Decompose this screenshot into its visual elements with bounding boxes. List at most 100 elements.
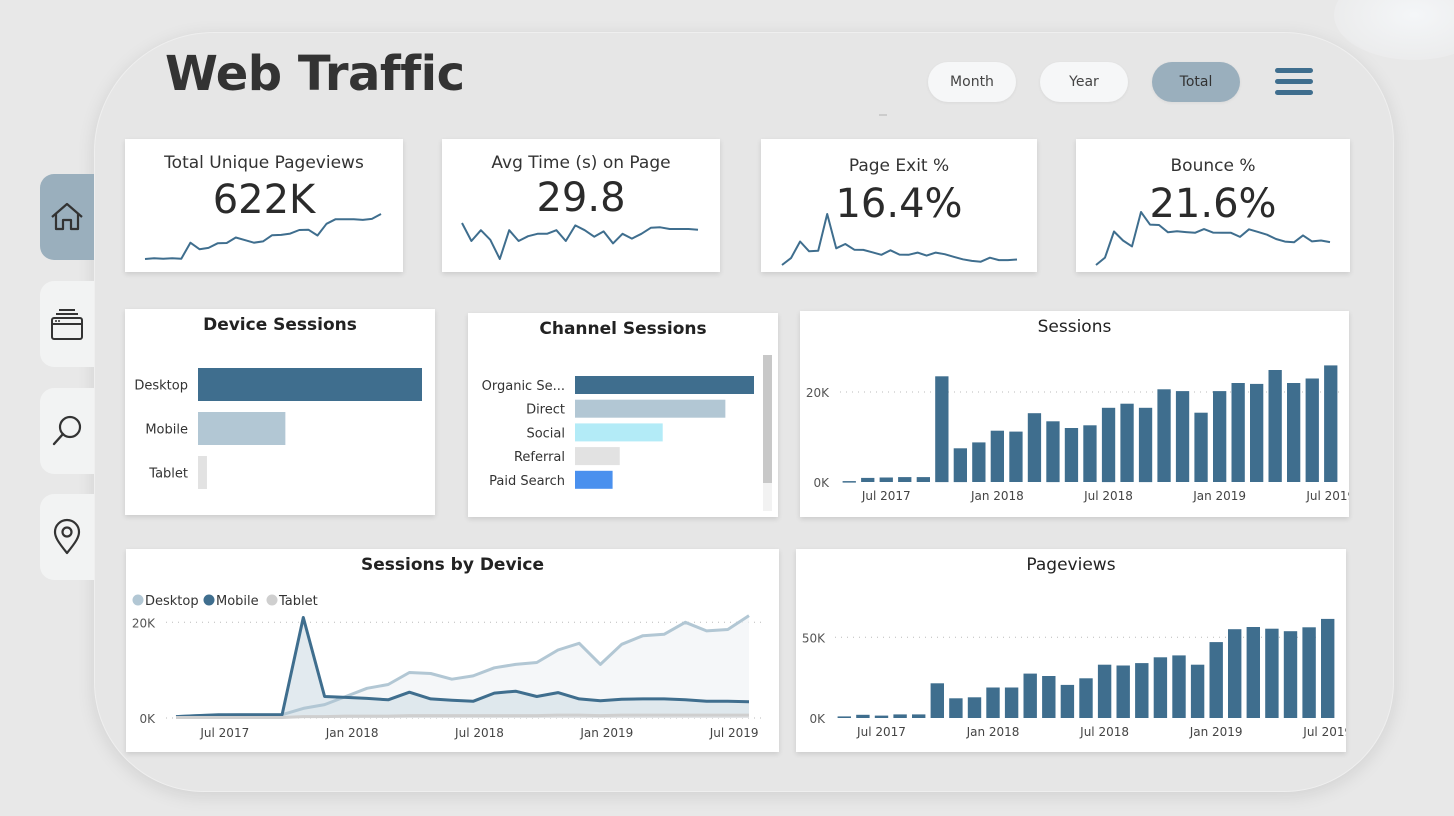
bar-label: Direct — [526, 403, 565, 418]
kpi-card-unique-pageviews[interactable]: Total Unique Pageviews 622K — [125, 139, 403, 272]
sidebar-item-search[interactable] — [40, 388, 94, 474]
x-tick-label: Jul 2019 — [1305, 489, 1349, 503]
y-tick-label: 0K — [809, 712, 826, 726]
bar — [916, 477, 930, 482]
sessions-by-device-chart: 0K 20K Desktop Mobile Tablet Jul 2017 Jan 2018… — [132, 594, 766, 740]
browser-window-icon — [51, 309, 83, 340]
bar — [861, 477, 875, 482]
sessions-by-device-card: Sessions by Device 0K 20K Desktop Mobile Tab… — [126, 549, 779, 752]
sessions-card: Sessions 0K 20K Jul 2017 Jan 2018 Jul 2018 Ja… — [800, 311, 1349, 517]
legend-label-mobile: Mobile — [216, 594, 259, 609]
bar — [1194, 412, 1208, 482]
search-icon — [52, 415, 82, 446]
bar — [1250, 383, 1264, 482]
home-icon — [51, 202, 83, 231]
bar — [575, 399, 726, 418]
device-sessions-card: Device Sessions Desktop Mobile Tablet — [125, 309, 435, 515]
legend-marker-desktop — [132, 594, 144, 606]
bar — [1265, 628, 1279, 718]
bar — [1246, 627, 1260, 718]
y-tick-label: 20K — [806, 386, 830, 400]
bar — [1231, 383, 1245, 482]
kpi-sparkline — [1095, 211, 1331, 266]
bar — [1172, 655, 1186, 718]
bar — [575, 470, 613, 489]
x-tick-label: Jan 2019 — [1192, 489, 1246, 503]
x-tick-label: Jul 2018 — [1079, 725, 1129, 739]
sessions-chart: 0K 20K Jul 2017 Jan 2018 Jul 2018 Jan 2019 Jul… — [806, 365, 1349, 503]
bar-label: Social — [526, 426, 565, 441]
bar — [1138, 407, 1153, 483]
x-tick-label: Jul 2019 — [1302, 725, 1346, 739]
channel-sessions-card: Channel Sessions Organic Se... Direct Soci… — [468, 313, 778, 517]
bar — [1209, 642, 1223, 718]
bar — [575, 423, 663, 442]
scrollbar-track[interactable] — [763, 355, 772, 511]
bar — [575, 376, 754, 394]
hamburger-menu-icon[interactable] — [1275, 68, 1315, 100]
x-tick-label: Jan 2018 — [325, 726, 379, 740]
bar — [1101, 407, 1116, 483]
legend-label-desktop: Desktop — [145, 594, 199, 609]
x-tick-label: Jan 2019 — [579, 726, 633, 740]
bar — [1060, 684, 1075, 718]
bar — [575, 447, 620, 466]
bar — [1120, 403, 1134, 482]
filter-year-button[interactable]: Year — [1040, 62, 1128, 102]
filter-month-button[interactable]: Month — [928, 62, 1016, 102]
bar — [856, 714, 870, 718]
kpi-card-bounce[interactable]: Bounce % 21.6% — [1076, 139, 1350, 272]
x-tick-label: Jul 2017 — [856, 725, 906, 739]
y-tick-label: 20K — [132, 616, 156, 630]
bar — [842, 481, 856, 483]
device-sessions-chart: Desktop Mobile Tablet — [134, 368, 422, 489]
bar — [1135, 663, 1149, 718]
map-pin-icon — [53, 518, 81, 555]
scrollbar-thumb[interactable] — [763, 355, 772, 483]
bar-label: Organic Se... — [482, 379, 565, 394]
bar — [1175, 391, 1190, 482]
bar — [935, 376, 949, 483]
bar — [1321, 618, 1335, 718]
sidebar-item-location[interactable] — [40, 494, 94, 580]
sparkline-path — [144, 213, 382, 260]
y-tick-label: 0K — [139, 712, 156, 726]
filter-total-button[interactable]: Total — [1152, 62, 1240, 102]
bar — [898, 477, 912, 482]
bar — [1190, 664, 1205, 718]
bar-label: Tablet — [148, 467, 188, 482]
page-title: Web Traffic — [165, 46, 465, 102]
bar — [912, 714, 926, 718]
sidebar-item-home[interactable] — [40, 174, 94, 260]
bar — [879, 477, 893, 482]
x-tick-label: Jul 2017 — [861, 489, 911, 503]
sparkline-path — [781, 213, 1018, 266]
sidebar-item-pages[interactable] — [40, 281, 94, 367]
bar — [198, 456, 207, 489]
bar — [1228, 629, 1242, 718]
menu-bar — [1275, 90, 1313, 95]
bar — [1064, 428, 1079, 482]
bar — [990, 430, 1004, 482]
bar — [1023, 673, 1037, 718]
bar — [1027, 413, 1042, 482]
bar — [1305, 378, 1319, 482]
bar — [967, 697, 982, 718]
bar-label: Referral — [514, 450, 565, 465]
kpi-card-avg-time[interactable]: Avg Time (s) on Page 29.8 — [442, 139, 720, 272]
bar — [1004, 687, 1019, 718]
bar — [198, 368, 422, 401]
x-tick-label: Jan 2018 — [966, 725, 1020, 739]
bar — [837, 716, 851, 718]
kpi-sparkline — [144, 213, 382, 260]
pageviews-chart: 0K 50K Jul 2017 Jan 2018 Jul 2018 Jan 2019 Jul… — [802, 618, 1346, 739]
kpi-card-page-exit[interactable]: Page Exit % 16.4% — [761, 139, 1037, 272]
bar — [1042, 676, 1056, 718]
divider — [879, 114, 887, 116]
bar — [1046, 421, 1060, 483]
legend-marker-tablet — [266, 594, 278, 606]
bar — [1287, 383, 1301, 482]
sparkline-path — [1095, 211, 1331, 266]
bar — [1079, 678, 1093, 718]
bar — [1324, 365, 1338, 482]
